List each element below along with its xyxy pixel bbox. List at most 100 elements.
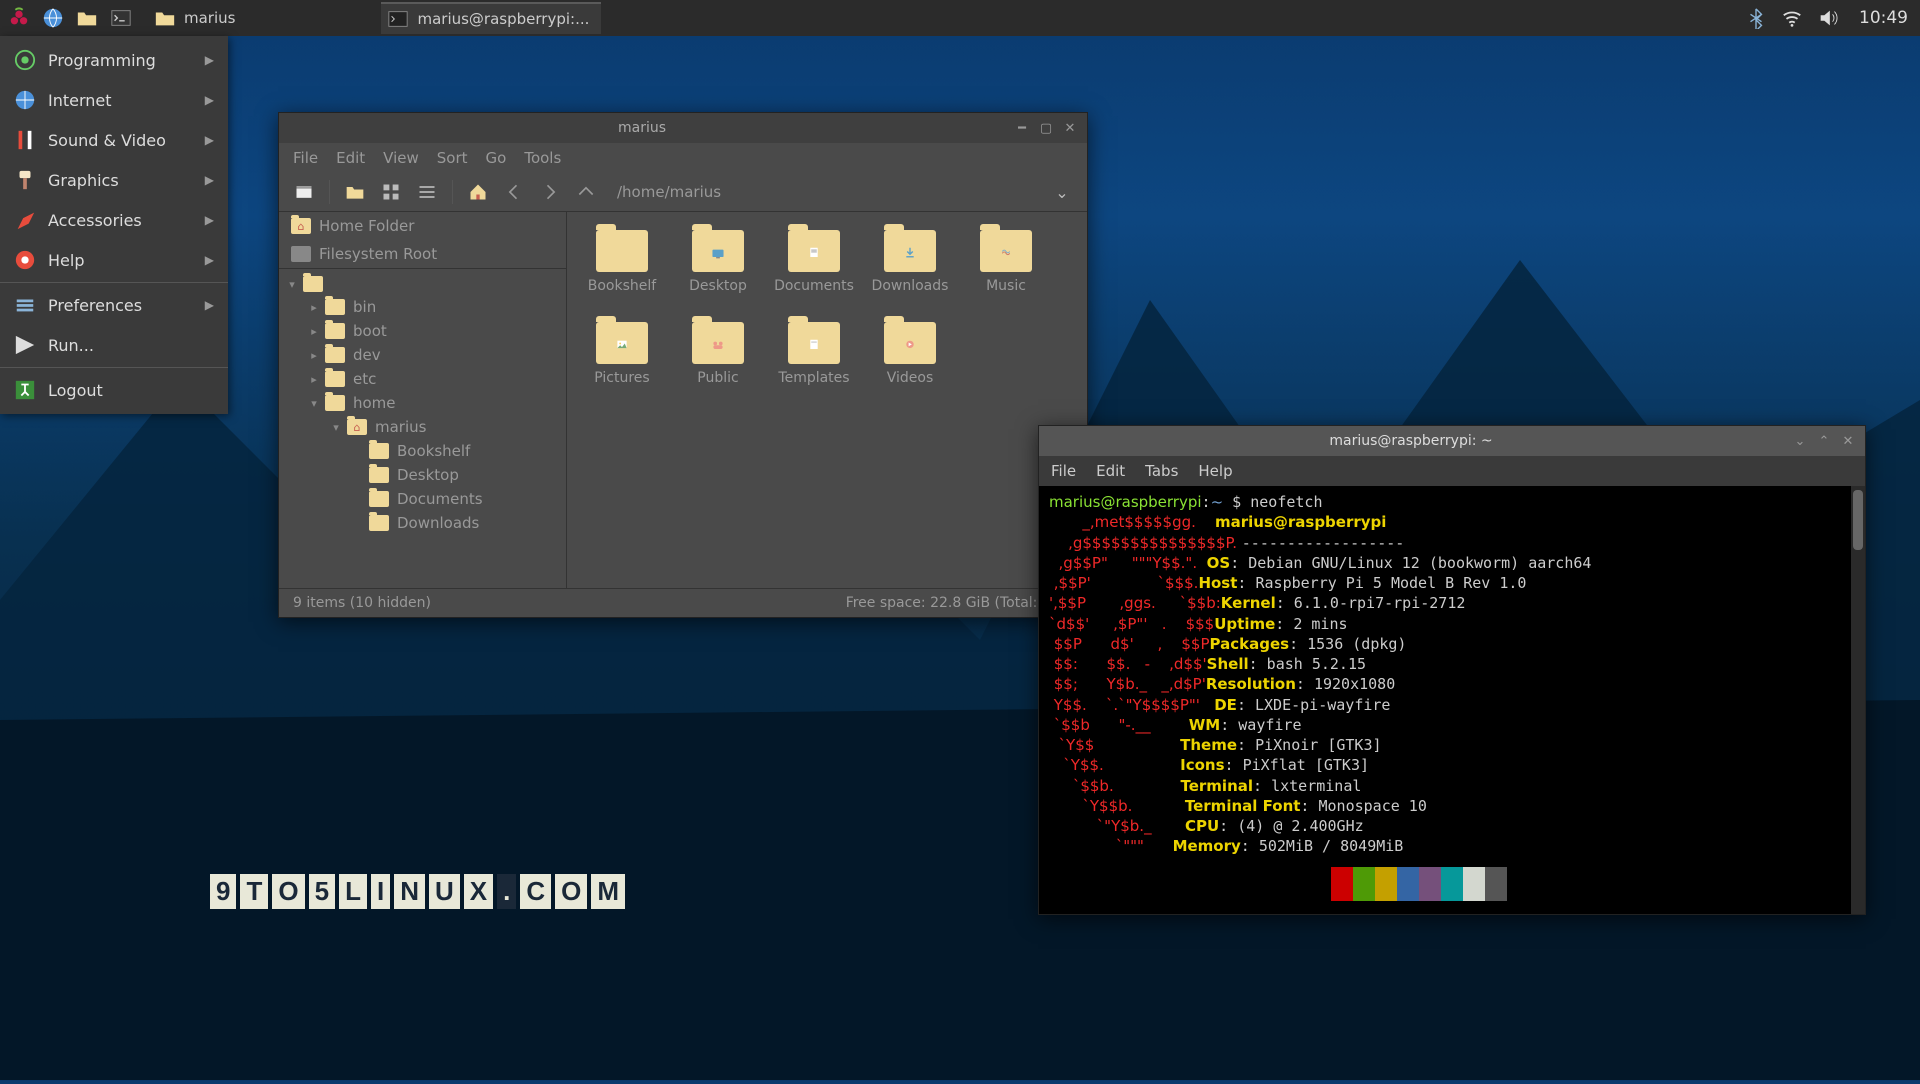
close-button[interactable]: ✕	[1061, 119, 1079, 137]
tree-item[interactable]: ▾marius	[279, 415, 566, 439]
menu-file[interactable]: File	[293, 149, 318, 167]
terminal-launcher-icon[interactable]	[108, 5, 134, 31]
bluetooth-icon[interactable]	[1745, 5, 1767, 31]
folder-videos[interactable]: Videos	[869, 322, 951, 386]
status-items: 9 items (10 hidden)	[293, 595, 431, 611]
folder-documents[interactable]: Documents	[773, 230, 855, 294]
task-filemanager[interactable]: marius	[148, 2, 247, 34]
folder-music[interactable]: Music	[965, 230, 1047, 294]
folder-view[interactable]: BookshelfDesktopDocumentsDownloadsMusic P…	[567, 212, 1087, 588]
menu-sort[interactable]: Sort	[437, 149, 468, 167]
view-thumbs-button[interactable]	[376, 177, 406, 207]
tree-item[interactable]: ▸boot	[279, 319, 566, 343]
menu-sound-video[interactable]: Sound & Video▶	[0, 120, 228, 160]
tree-item[interactable]: ▾home	[279, 391, 566, 415]
tree-item[interactable]: Documents	[279, 487, 566, 511]
back-button[interactable]	[499, 177, 529, 207]
menu-help[interactable]: Help▶	[0, 240, 228, 280]
folder-tree: ▾▸bin▸boot▸dev▸etc▾home▾mariusBookshelfD…	[279, 269, 566, 539]
preferences-icon	[14, 294, 36, 316]
menu-run[interactable]: Run...	[0, 325, 228, 365]
sidebar: Home Folder Filesystem Root ▾▸bin▸boot▸d…	[279, 212, 567, 588]
color-palette	[1309, 867, 1855, 901]
volume-icon[interactable]	[1817, 5, 1839, 31]
tree-item[interactable]: ▸etc	[279, 367, 566, 391]
forward-button[interactable]	[535, 177, 565, 207]
tree-item[interactable]: ▸bin	[279, 295, 566, 319]
folder-icon	[325, 347, 345, 363]
folder-bookshelf[interactable]: Bookshelf	[581, 230, 663, 294]
folder-icon	[692, 322, 744, 364]
menu-file[interactable]: File	[1051, 462, 1076, 480]
home-button[interactable]	[463, 177, 493, 207]
menu-edit[interactable]: Edit	[336, 149, 365, 167]
menu-internet[interactable]: Internet▶	[0, 80, 228, 120]
menu-tabs[interactable]: Tabs	[1145, 462, 1178, 480]
folder-desktop[interactable]: Desktop	[677, 230, 759, 294]
task-list: marius marius@raspberrypi:...	[148, 2, 601, 34]
window-title: marius@raspberrypi: ~	[1039, 433, 1783, 449]
menu-view[interactable]: View	[383, 149, 419, 167]
browser-launcher-icon[interactable]	[40, 5, 66, 31]
folder-public[interactable]: Public	[677, 322, 759, 386]
folder-pictures[interactable]: Pictures	[581, 322, 663, 386]
menu-edit[interactable]: Edit	[1096, 462, 1125, 480]
filemanager-launcher-icon[interactable]	[74, 5, 100, 31]
menu-tools[interactable]: Tools	[524, 149, 561, 167]
terminal-icon	[387, 8, 409, 30]
tool-icon	[14, 209, 36, 231]
folder-icon	[347, 419, 367, 435]
statusbar: 9 items (10 hidden) Free space: 22.8 GiB…	[279, 588, 1087, 617]
path-dropdown-icon[interactable]: ⌄	[1047, 177, 1077, 207]
application-menu: Programming▶ Internet▶ Sound & Video▶ Gr…	[0, 36, 228, 414]
view-icons-button[interactable]	[340, 177, 370, 207]
minimize-button[interactable]: ━	[1013, 119, 1031, 137]
folder-icon	[369, 515, 389, 531]
menu-logout[interactable]: Logout	[0, 370, 228, 410]
folder-downloads[interactable]: Downloads	[869, 230, 951, 294]
folder-templates[interactable]: Templates	[773, 322, 855, 386]
graphics-icon	[14, 169, 36, 191]
menu-preferences[interactable]: Preferences▶	[0, 285, 228, 325]
maximize-button[interactable]: ▢	[1037, 119, 1055, 137]
menu-accessories[interactable]: Accessories▶	[0, 200, 228, 240]
menu-launcher-icon[interactable]	[6, 5, 32, 31]
new-tab-button[interactable]	[289, 177, 319, 207]
globe-icon	[14, 89, 36, 111]
filemanager-window: marius ━ ▢ ✕ File Edit View Sort Go Tool…	[278, 112, 1088, 618]
run-icon	[14, 334, 36, 356]
up-button[interactable]	[571, 177, 601, 207]
view-list-button[interactable]	[412, 177, 442, 207]
menu-help[interactable]: Help	[1198, 462, 1232, 480]
tree-item[interactable]: Downloads	[279, 511, 566, 535]
close-button[interactable]: ✕	[1839, 432, 1857, 450]
task-label: marius@raspberrypi:...	[417, 10, 589, 28]
clock[interactable]: 10:49	[1853, 8, 1914, 28]
task-terminal[interactable]: marius@raspberrypi:...	[381, 2, 601, 34]
menubar: File Edit View Sort Go Tools	[279, 143, 1087, 173]
path-entry[interactable]: /home/marius	[607, 179, 1041, 205]
place-home[interactable]: Home Folder	[279, 212, 566, 240]
titlebar[interactable]: marius@raspberrypi: ~ ⌄ ⌃ ✕	[1039, 426, 1865, 456]
folder-icon	[325, 371, 345, 387]
wifi-icon[interactable]	[1781, 5, 1803, 31]
tree-item[interactable]: Desktop	[279, 463, 566, 487]
tree-root[interactable]: ▾	[279, 273, 566, 295]
folder-icon	[884, 322, 936, 364]
terminal-output[interactable]: marius@raspberrypi:~ $ neofetch _,met$$$…	[1039, 486, 1865, 914]
minimize-button[interactable]: ⌄	[1791, 432, 1809, 450]
tree-item[interactable]: ▸dev	[279, 343, 566, 367]
help-icon	[14, 249, 36, 271]
maximize-button[interactable]: ⌃	[1815, 432, 1833, 450]
folder-icon	[596, 230, 648, 272]
window-title: marius	[279, 120, 1005, 136]
scrollbar[interactable]	[1851, 486, 1865, 914]
task-label: marius	[184, 9, 235, 27]
menu-graphics[interactable]: Graphics▶	[0, 160, 228, 200]
place-root[interactable]: Filesystem Root	[279, 240, 566, 268]
titlebar[interactable]: marius ━ ▢ ✕	[279, 113, 1087, 143]
menu-go[interactable]: Go	[486, 149, 507, 167]
tree-item[interactable]: Bookshelf	[279, 439, 566, 463]
folder-icon	[325, 323, 345, 339]
menu-programming[interactable]: Programming▶	[0, 40, 228, 80]
